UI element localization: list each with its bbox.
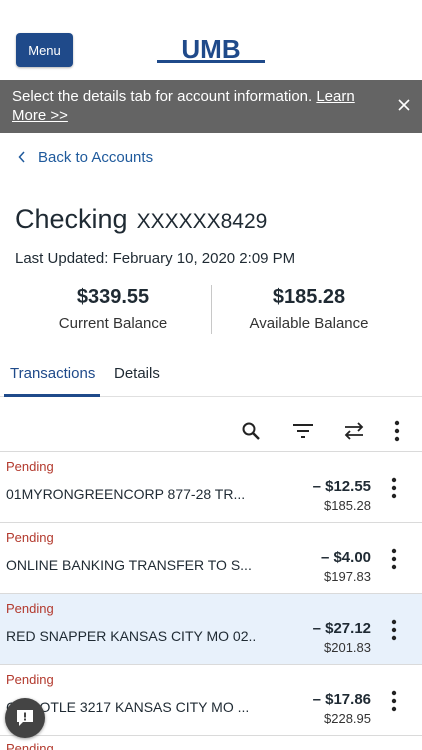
- transaction-row[interactable]: Pending RED SNAPPER KANSAS CITY MO 02...…: [0, 593, 422, 664]
- back-label: Back to Accounts: [38, 148, 154, 166]
- transaction-row[interactable]: Pending 01MYRONGREENCORP 877-28 TR... – …: [0, 451, 422, 522]
- available-balance-label: Available Balance: [249, 315, 369, 332]
- transaction-description: ONLINE BANKING TRANSFER TO S...: [6, 557, 252, 573]
- running-balance: $197.83: [324, 569, 371, 584]
- more-icon[interactable]: [386, 616, 402, 644]
- running-balance: $201.83: [324, 640, 371, 655]
- svg-text:UMB: UMB: [181, 36, 240, 64]
- available-balance-amount: $185.28: [272, 286, 346, 308]
- filter-icon[interactable]: [290, 418, 316, 444]
- app-header: Menu UMB: [0, 0, 422, 80]
- search-icon[interactable]: [238, 418, 264, 444]
- last-updated: Last Updated: February 10, 2020 2:09 PM: [15, 250, 296, 267]
- tab-transactions[interactable]: Transactions: [4, 355, 100, 397]
- more-icon[interactable]: [386, 474, 402, 502]
- transaction-row[interactable]: Pending CHIPOTLE 3217 KANSAS CITY MO ...…: [0, 664, 422, 735]
- available-balance: $185.28 Available Balance: [204, 286, 414, 332]
- status-pending: Pending: [6, 672, 54, 687]
- more-icon[interactable]: [384, 418, 410, 444]
- status-pending: Pending: [6, 530, 54, 545]
- more-icon[interactable]: [386, 545, 402, 573]
- running-balance: $228.95: [324, 711, 371, 726]
- running-balance: $185.28: [324, 498, 371, 513]
- status-pending: Pending: [6, 601, 54, 616]
- chat-alert-icon: [17, 710, 33, 726]
- status-pending: Pending: [6, 741, 54, 750]
- transaction-row[interactable]: Pending: [0, 735, 422, 750]
- status-pending: Pending: [6, 459, 54, 474]
- account-title: Checking XXXXXX8429: [15, 204, 267, 235]
- transaction-description: RED SNAPPER KANSAS CITY MO 02...: [6, 628, 256, 644]
- account-number: XXXXXX8429: [136, 210, 268, 233]
- more-icon[interactable]: [386, 687, 402, 715]
- transaction-amount: – $27.12: [312, 620, 371, 637]
- info-banner: Select the details tab for account infor…: [0, 80, 422, 133]
- feedback-chat-button[interactable]: [5, 698, 45, 738]
- transaction-amount: – $4.00: [320, 549, 371, 566]
- back-to-accounts-link[interactable]: Back to Accounts: [18, 148, 153, 166]
- chevron-left-icon: [18, 151, 25, 163]
- transaction-amount: – $17.86: [312, 691, 371, 708]
- current-balance-amount: $339.55: [76, 286, 150, 308]
- account-tabs: Transactions Details: [0, 355, 422, 397]
- banner-message: Select the details tab for account infor…: [12, 88, 317, 105]
- transactions-toolbar: [0, 418, 422, 444]
- transaction-amount: – $12.55: [312, 478, 371, 495]
- account-name: Checking: [15, 204, 128, 234]
- current-balance: $339.55 Current Balance: [8, 286, 218, 332]
- sort-icon[interactable]: [341, 418, 367, 444]
- menu-button[interactable]: Menu: [16, 33, 73, 67]
- umb-logo: UMB: [157, 36, 265, 64]
- transaction-row[interactable]: Pending ONLINE BANKING TRANSFER TO S... …: [0, 522, 422, 593]
- current-balance-label: Current Balance: [58, 315, 168, 332]
- close-icon[interactable]: [396, 97, 412, 113]
- transaction-description: 01MYRONGREENCORP 877-28 TR...: [6, 486, 246, 502]
- tab-details[interactable]: Details: [114, 355, 174, 397]
